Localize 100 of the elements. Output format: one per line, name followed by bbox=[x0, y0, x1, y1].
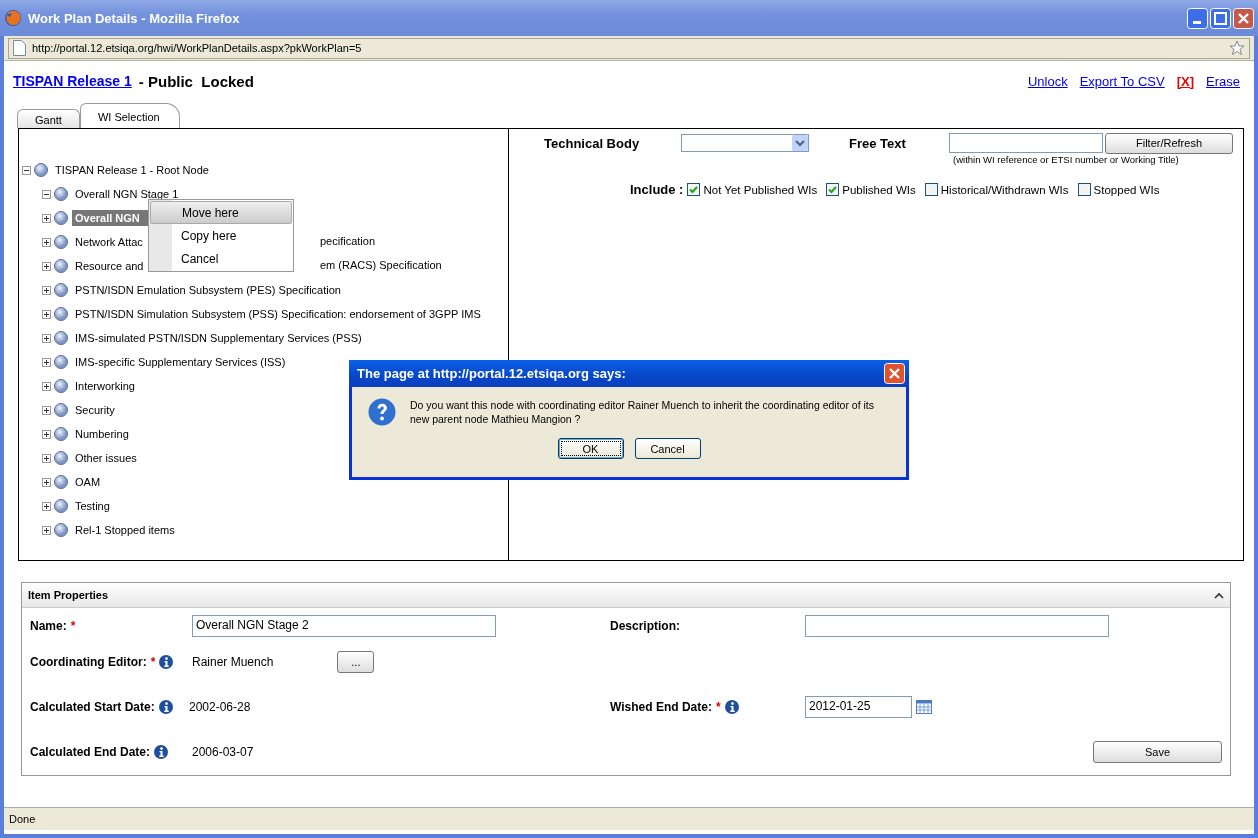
tree-node[interactable]: PSTN/ISDN Emulation Subsystem (PES) Specification bbox=[72, 282, 344, 298]
action-link[interactable]: Unlock bbox=[1027, 73, 1068, 89]
tree-node[interactable]: Numbering bbox=[72, 426, 132, 442]
expand-icon[interactable] bbox=[42, 261, 51, 271]
hint-text: (within WI reference or ETSI number or Working Title) bbox=[953, 154, 1180, 165]
node-icon bbox=[54, 499, 68, 513]
free-text-field[interactable] bbox=[949, 133, 1103, 153]
tree-node[interactable]: Security bbox=[72, 402, 118, 418]
dialog-button[interactable]: Cancel bbox=[634, 438, 701, 459]
info-icon bbox=[159, 655, 174, 669]
close-button[interactable] bbox=[884, 363, 905, 384]
tree-node[interactable]: Overall NGN Stage 1 bbox=[72, 186, 182, 202]
collapse-icon[interactable] bbox=[1214, 591, 1224, 599]
expand-icon[interactable] bbox=[42, 501, 51, 511]
action-link[interactable]: Export To CSV bbox=[1079, 73, 1165, 89]
panel-title: Item Properties bbox=[28, 589, 109, 601]
expand-icon[interactable] bbox=[42, 357, 51, 367]
collapse-icon[interactable] bbox=[22, 165, 31, 175]
tree-node[interactable]: TISPAN Release 1 - Root Node bbox=[52, 162, 212, 178]
field-value: Rainer Muench bbox=[192, 655, 274, 669]
expand-icon[interactable] bbox=[42, 285, 51, 295]
dialog-button[interactable]: OK bbox=[557, 438, 624, 459]
technical-body-dropdown[interactable] bbox=[681, 134, 809, 152]
tree-node[interactable]: Resource and bbox=[72, 258, 147, 274]
description-field[interactable] bbox=[805, 615, 1109, 637]
calendar-icon[interactable] bbox=[916, 700, 932, 714]
expand-icon[interactable] bbox=[42, 333, 51, 343]
node-icon bbox=[54, 331, 68, 345]
status-text: Done bbox=[9, 813, 36, 825]
tree-node[interactable]: Rel-1 Stopped items bbox=[72, 522, 178, 538]
expand-icon[interactable] bbox=[42, 525, 51, 535]
node-icon bbox=[54, 427, 68, 441]
checkbox-label: Published WIs bbox=[842, 183, 916, 196]
expand-icon[interactable] bbox=[42, 213, 51, 223]
minimize-button[interactable] bbox=[1187, 7, 1208, 29]
expand-icon[interactable] bbox=[42, 477, 51, 487]
tree-node[interactable]: Network Attac bbox=[72, 234, 146, 250]
node-icon bbox=[54, 475, 68, 489]
node-icon bbox=[54, 235, 68, 249]
node-icon bbox=[54, 523, 68, 537]
expand-icon[interactable] bbox=[42, 381, 51, 391]
window-title: Work Plan Details - Mozilla Firefox bbox=[28, 10, 241, 26]
expand-icon[interactable] bbox=[42, 237, 51, 247]
field-label: Description: bbox=[610, 619, 680, 633]
checkbox[interactable] bbox=[687, 183, 701, 196]
release-link[interactable]: TISPAN Release 1 bbox=[13, 73, 132, 89]
browse-button[interactable]: ... bbox=[337, 651, 375, 673]
collapse-icon[interactable] bbox=[42, 189, 51, 199]
menu-item[interactable]: Copy here bbox=[150, 224, 292, 247]
expand-icon[interactable] bbox=[42, 405, 51, 415]
dialog-title: The page at http://portal.12.etsiqa.org says: bbox=[357, 366, 626, 381]
expand-icon[interactable] bbox=[42, 309, 51, 319]
save-button[interactable]: Save bbox=[1093, 741, 1222, 763]
field-label: Calculated Start Date: bbox=[30, 700, 155, 714]
tree-node[interactable]: Testing bbox=[72, 498, 113, 514]
close-button[interactable] bbox=[1233, 7, 1254, 29]
action-link[interactable]: [X] bbox=[1176, 73, 1195, 89]
address-bar[interactable]: http://portal.12.etsiqa.org/hwi/WorkPlanDetails.aspx?pkWorkPlan=5 bbox=[8, 37, 1250, 59]
star-icon[interactable] bbox=[1229, 40, 1245, 56]
checkbox[interactable] bbox=[924, 183, 938, 196]
required-mark: * bbox=[715, 700, 721, 714]
field-label: Technical Body bbox=[544, 135, 641, 151]
field-value: 2006-03-07 bbox=[192, 745, 254, 759]
browser-logo-icon bbox=[4, 9, 22, 27]
tree-node[interactable]: IMS-simulated PSTN/ISDN Supplementary Services (PSS) bbox=[72, 330, 365, 346]
checkbox-label: Not Yet Published WIs bbox=[703, 183, 818, 196]
name-field[interactable]: Overall NGN Stage 2 bbox=[192, 615, 496, 637]
include-label: Include : bbox=[630, 182, 684, 197]
maximize-button[interactable] bbox=[1210, 7, 1231, 29]
info-icon bbox=[724, 700, 739, 714]
field-label: Coordinating Editor: bbox=[30, 655, 147, 669]
node-icon bbox=[54, 259, 68, 273]
checkbox[interactable] bbox=[1077, 183, 1091, 196]
node-icon bbox=[54, 211, 68, 225]
expand-icon[interactable] bbox=[42, 453, 51, 463]
checkbox-label: Historical/Withdrawn WIs bbox=[940, 183, 1069, 196]
tree-node[interactable]: OAM bbox=[72, 474, 104, 490]
tree-node[interactable]: Interworking bbox=[72, 378, 138, 394]
question-icon bbox=[368, 398, 396, 426]
menu-item[interactable]: Move here bbox=[150, 201, 292, 224]
node-icon bbox=[54, 307, 68, 321]
date-field[interactable]: 2012-01-25 bbox=[805, 696, 912, 718]
required-mark: * bbox=[150, 655, 156, 669]
info-icon bbox=[158, 700, 173, 714]
dialog-message: Do you want this node with coordinating editor Rainer Muench to inherit the coordinating editor of its new parent node Mathieu Mangion ? bbox=[410, 398, 875, 426]
tree-node[interactable]: IMS-specific Supplementary Services (ISS) bbox=[72, 354, 289, 370]
menu-item[interactable]: Cancel bbox=[150, 247, 292, 270]
tab[interactable]: Gantt bbox=[17, 109, 80, 128]
node-icon bbox=[54, 379, 68, 393]
field-label: Name: bbox=[30, 619, 67, 633]
tab[interactable]: WI Selection bbox=[79, 103, 180, 128]
tree-node[interactable]: PSTN/ISDN Simulation Subsystem (PSS) Specification: endorsement of 3GPP IMS bbox=[72, 306, 484, 322]
filter-refresh-button[interactable]: Filter/Refresh bbox=[1105, 132, 1233, 154]
tree-node[interactable]: Other issues bbox=[72, 450, 140, 466]
field-label: Wished End Date: bbox=[610, 700, 712, 714]
node-icon bbox=[54, 403, 68, 417]
action-link[interactable]: Erase bbox=[1206, 73, 1240, 89]
checkbox[interactable] bbox=[826, 183, 840, 196]
field-label: Free Text bbox=[849, 135, 907, 151]
expand-icon[interactable] bbox=[42, 429, 51, 439]
